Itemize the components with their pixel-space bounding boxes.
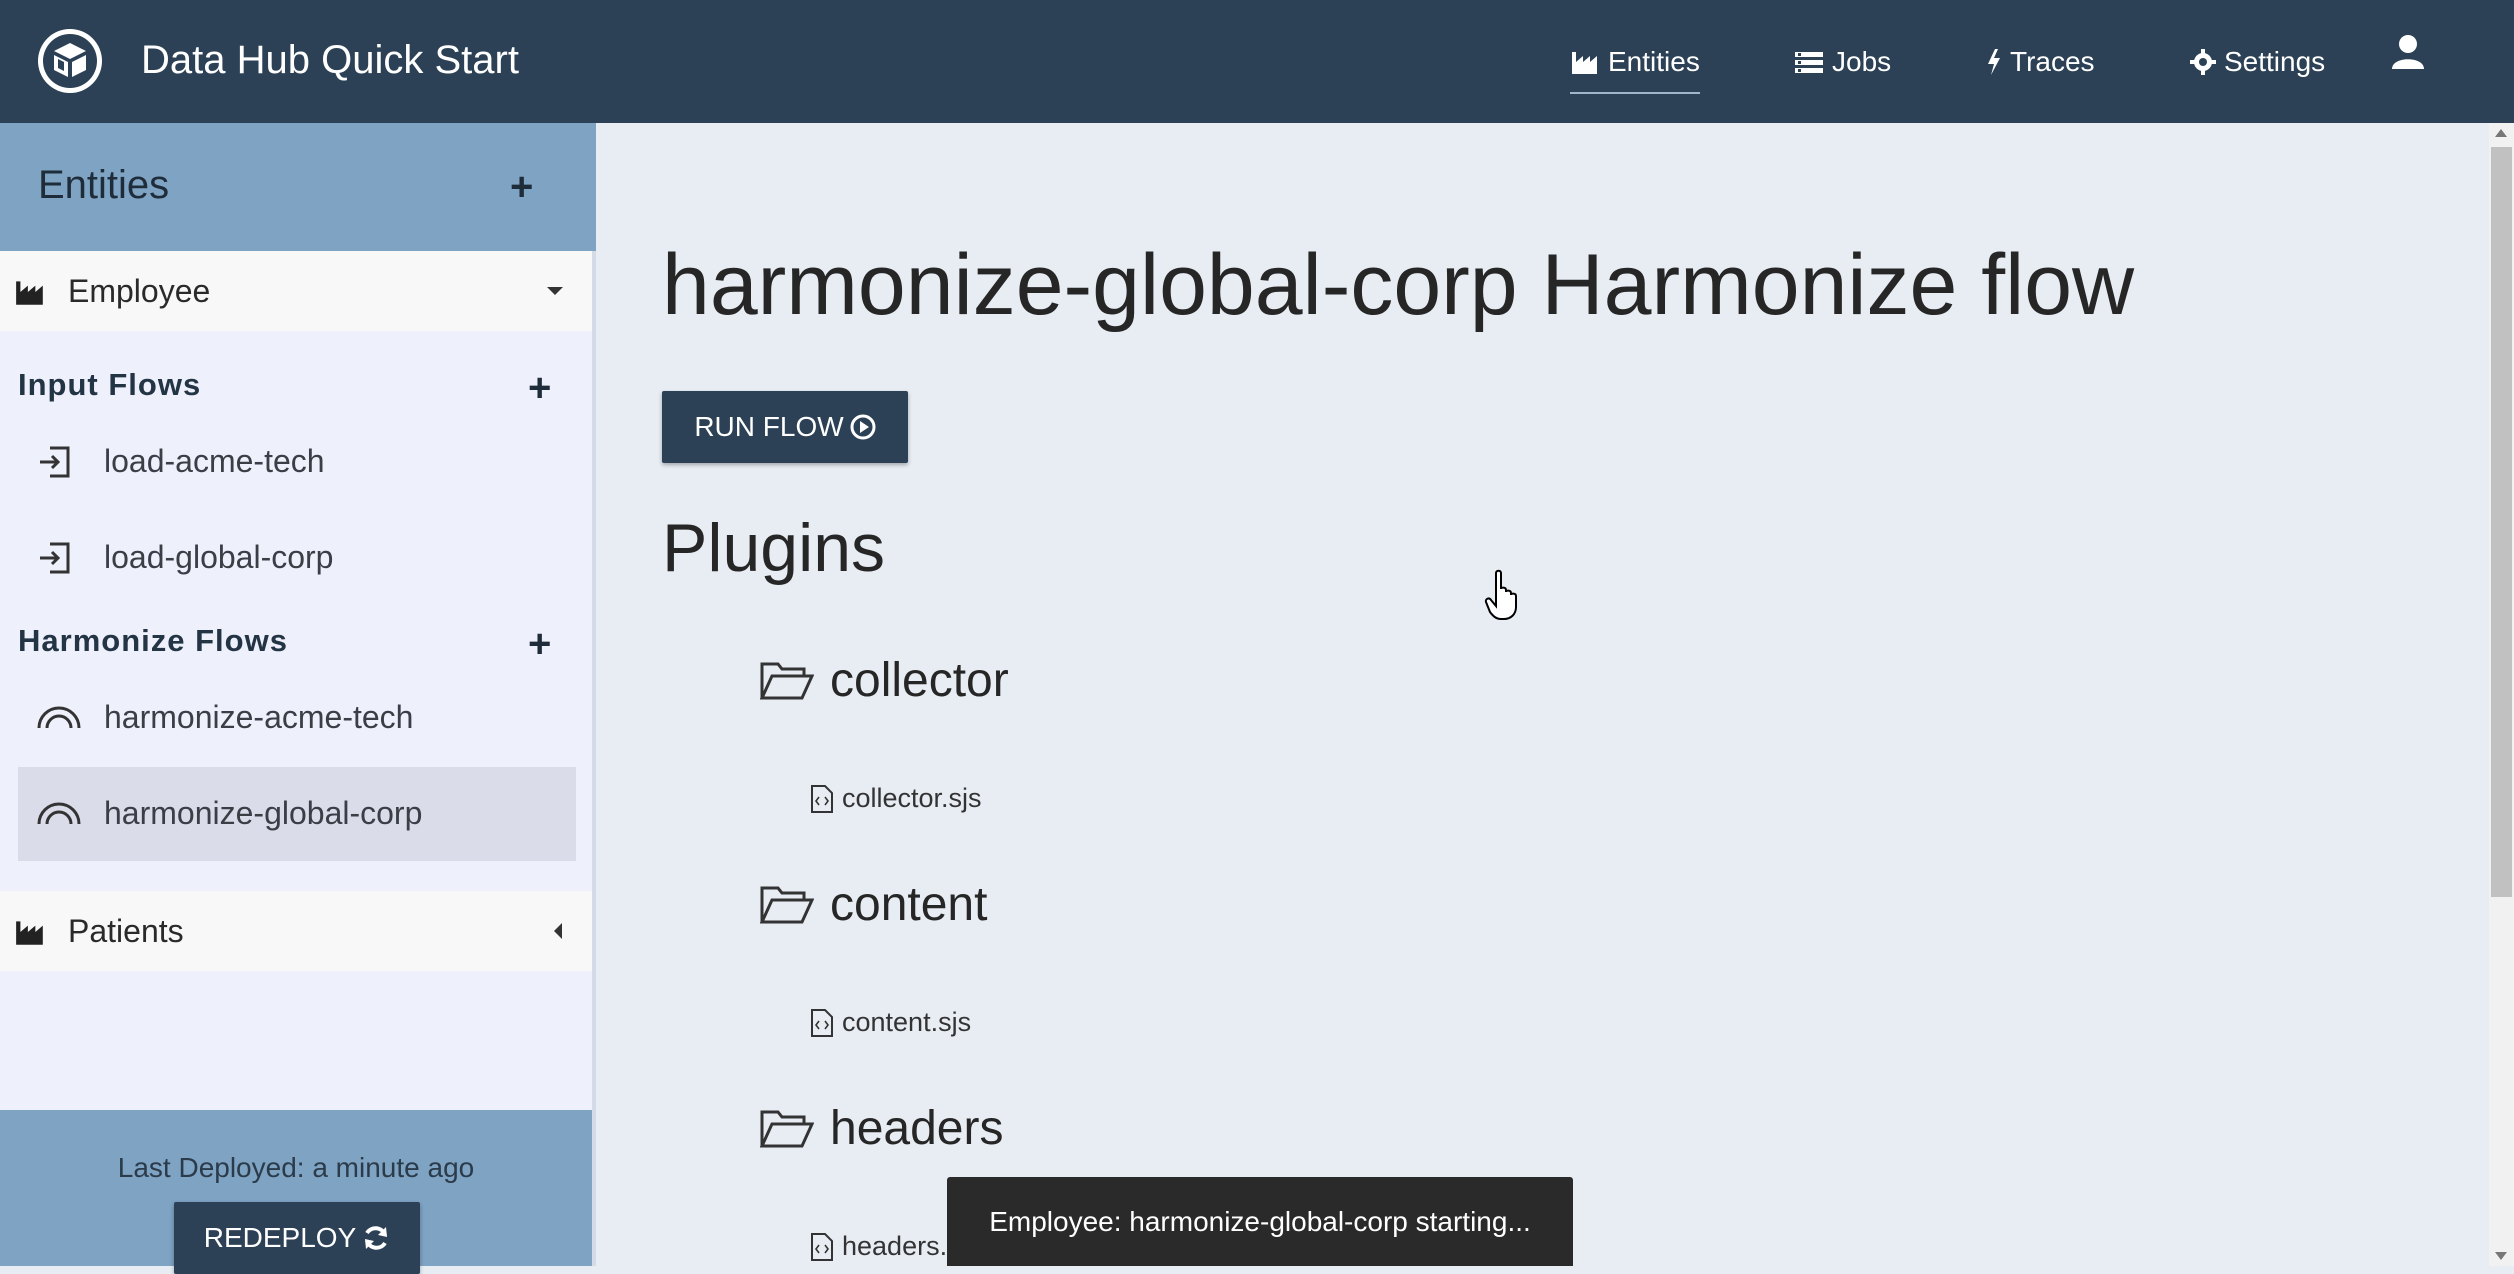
nav-settings[interactable]: Settings: [2190, 38, 2325, 86]
plugins-title: Plugins: [662, 510, 886, 586]
nav-jobs-label: Jobs: [1832, 46, 1892, 77]
gear-icon: [2190, 49, 2216, 75]
scroll-down-arrow-icon[interactable]: [2495, 1252, 2507, 1260]
plugin-file[interactable]: collector.sjs: [810, 783, 982, 814]
toast-notification: Employee: harmonize-global-corp starting…: [947, 1177, 1573, 1266]
list-icon: [1795, 52, 1823, 73]
bolt-icon: [1988, 49, 2000, 75]
harmonize-flows-title: Harmonize Flows: [18, 623, 288, 658]
file-code-icon: [811, 1232, 833, 1261]
top-navbar: Data Hub Quick Start Entities Jobs Trace…: [0, 0, 2514, 123]
harmonize-arcs-icon: [37, 706, 81, 729]
nav-entities-label: Entities: [1608, 46, 1700, 77]
add-input-flow-button[interactable]: +: [528, 368, 551, 408]
plugin-file[interactable]: content.sjs: [810, 1007, 971, 1038]
add-harmonize-flow-button[interactable]: +: [528, 624, 551, 664]
sidebar: Entities + Employee Input Flows + load-a…: [0, 123, 596, 1274]
caret-down-icon[interactable]: [546, 285, 564, 297]
app-title[interactable]: Data Hub Quick Start: [141, 34, 519, 86]
data-hub-logo-icon[interactable]: [38, 29, 102, 93]
last-deployed-text: Last Deployed: a minute ago: [117, 1152, 475, 1183]
folder-open-icon: [760, 662, 814, 699]
plugin-folder-name: collector: [830, 654, 1009, 707]
harmonize-flow-label: harmonize-global-corp: [104, 795, 423, 831]
play-circle-icon: [850, 414, 876, 440]
sidebar-title: Entities: [38, 163, 170, 207]
plugin-folder[interactable]: content: [760, 877, 987, 932]
file-code-icon: [811, 1008, 833, 1037]
nav-traces[interactable]: Traces: [1986, 38, 2095, 86]
refresh-icon: [365, 1226, 388, 1250]
page-title: harmonize-global-corp Harmonize flow: [662, 237, 2135, 333]
scrollbar-thumb[interactable]: [2491, 147, 2512, 897]
harmonize-flow-label: harmonize-acme-tech: [104, 699, 414, 735]
main-content: harmonize-global-corp Harmonize flow RUN…: [596, 123, 2489, 1266]
sign-in-icon: [40, 446, 70, 478]
sidebar-footer: Last Deployed: a minute ago REDEPLOY: [0, 1110, 592, 1274]
folder-open-icon: [760, 886, 814, 923]
add-entity-button[interactable]: +: [510, 167, 533, 207]
harmonize-arcs-icon: [37, 802, 81, 825]
plugin-file-name: content.sjs: [842, 1007, 972, 1037]
input-flow-label: load-global-corp: [104, 539, 334, 575]
harmonize-flow-item-selected[interactable]: harmonize-global-corp: [18, 767, 576, 861]
entity-row-employee[interactable]: Employee: [0, 251, 592, 331]
plugin-folder-name: content: [830, 878, 988, 931]
entity-name: Employee: [68, 272, 211, 309]
entity-row-patients[interactable]: Patients: [0, 891, 592, 971]
file-code-icon: [811, 784, 833, 813]
hand-cursor-icon: [1484, 569, 1517, 620]
input-flows-title: Input Flows: [18, 367, 202, 402]
entity-name: Patients: [68, 912, 184, 949]
run-flow-button[interactable]: RUN FLOW: [662, 391, 908, 463]
folder-open-icon: [760, 1110, 814, 1147]
plugin-folder[interactable]: headers: [760, 1101, 1003, 1156]
factory-icon: [1572, 52, 1597, 74]
plugin-folder[interactable]: collector: [760, 653, 1009, 708]
plugin-folder-name: headers: [830, 1102, 1004, 1155]
nav-entities[interactable]: Entities: [1570, 38, 1700, 94]
nav-settings-label: Settings: [2224, 46, 2326, 77]
sidebar-header: Entities +: [0, 123, 596, 251]
redeploy-button[interactable]: REDEPLOY: [174, 1202, 420, 1274]
plugin-file-name: collector.sjs: [842, 783, 982, 813]
harmonize-flow-item[interactable]: harmonize-acme-tech: [18, 671, 576, 765]
scroll-up-arrow-icon[interactable]: [2495, 129, 2507, 137]
factory-icon: [16, 921, 43, 945]
user-icon[interactable]: [2390, 34, 2426, 75]
input-flow-label: load-acme-tech: [104, 443, 325, 479]
input-flow-item[interactable]: load-global-corp: [18, 511, 576, 605]
run-flow-label: RUN FLOW: [694, 411, 844, 442]
sign-in-icon: [40, 542, 70, 574]
factory-icon: [16, 281, 43, 305]
vertical-scrollbar[interactable]: [2489, 123, 2514, 1266]
redeploy-label: REDEPLOY: [203, 1222, 357, 1253]
toast-message: Employee: harmonize-global-corp starting…: [989, 1205, 1531, 1237]
nav-traces-label: Traces: [2010, 46, 2095, 77]
caret-left-icon[interactable]: [552, 922, 564, 940]
input-flow-item[interactable]: load-acme-tech: [18, 415, 576, 509]
nav-jobs[interactable]: Jobs: [1794, 38, 1891, 86]
